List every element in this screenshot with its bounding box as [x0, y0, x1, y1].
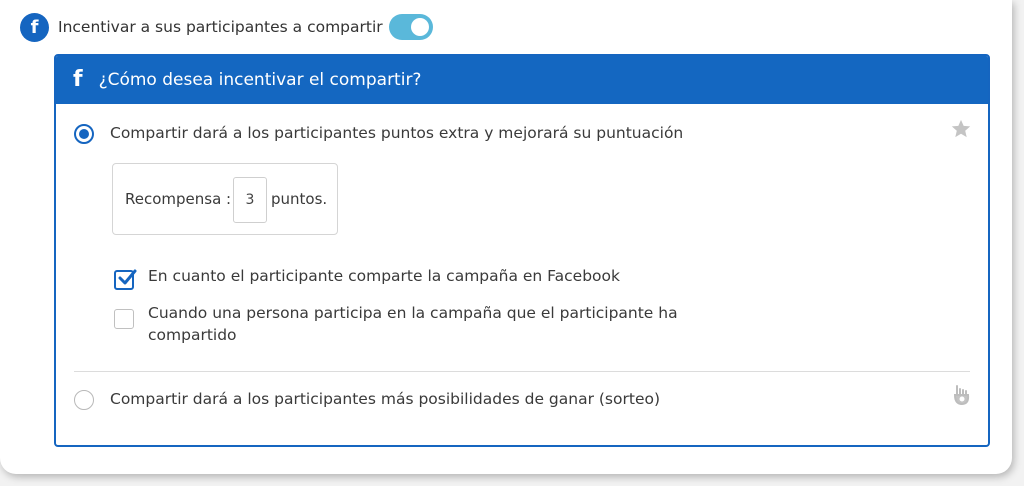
toggle-knob: [410, 18, 429, 36]
incentive-panel: f ¿Cómo desea incentivar el compartir? C…: [54, 54, 990, 447]
share-on-facebook-checkbox[interactable]: [114, 269, 137, 290]
share-incentive-row: f Incentivar a sus participantes a compa…: [20, 12, 433, 42]
settings-card: f Incentivar a sus participantes a compa…: [0, 0, 1012, 474]
panel-title: ¿Cómo desea incentivar el compartir?: [98, 70, 422, 90]
hand-icon[interactable]: [952, 384, 972, 406]
option-draw-radio[interactable]: [74, 390, 94, 410]
reward-label: Recompensa :: [125, 190, 232, 208]
share-incentive-toggle[interactable]: [388, 14, 433, 40]
facebook-icon: f: [20, 12, 49, 42]
option-points-radio[interactable]: [74, 124, 94, 144]
referral-participation-checkbox[interactable]: [114, 309, 134, 329]
panel-header: f ¿Cómo desea incentivar el compartir?: [56, 56, 988, 104]
option-divider: [74, 371, 970, 372]
referral-participation-label-line1[interactable]: Cuando una persona participa en la campa…: [148, 304, 678, 322]
reward-box: Recompensa : 3 puntos.: [112, 163, 338, 235]
reward-points-input[interactable]: 3: [233, 177, 267, 223]
option-draw-label[interactable]: Compartir dará a los participantes más p…: [110, 390, 660, 408]
referral-participation-label-line2[interactable]: compartido: [148, 326, 237, 344]
share-incentive-label: Incentivar a sus participantes a compart…: [58, 18, 383, 36]
checkmark-icon: [118, 269, 137, 285]
option-points-label[interactable]: Compartir dará a los participantes punto…: [110, 124, 683, 142]
reward-unit: puntos.: [271, 190, 328, 208]
share-on-facebook-label[interactable]: En cuanto el participante comparte la ca…: [148, 267, 620, 285]
facebook-f-icon: f: [73, 67, 83, 92]
star-icon[interactable]: [950, 118, 972, 140]
